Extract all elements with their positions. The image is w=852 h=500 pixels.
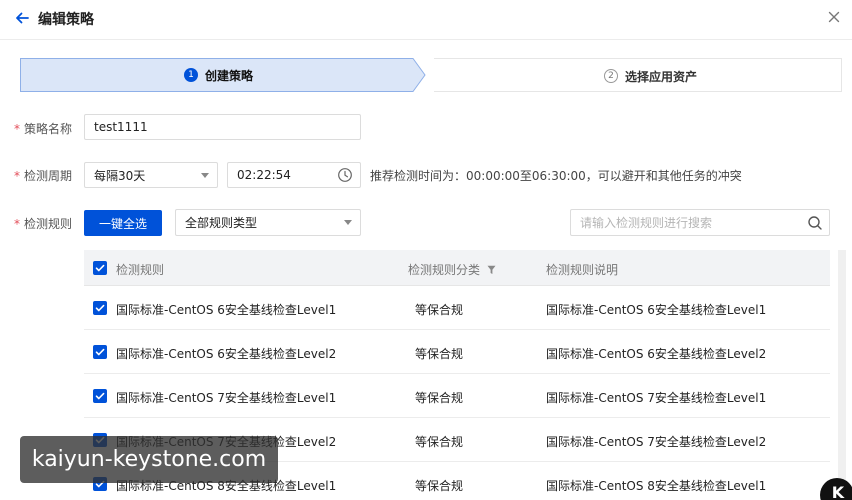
- page-title: 编辑策略: [38, 12, 94, 28]
- policy-name-value: test1111: [94, 120, 148, 134]
- required-asterisk: *: [14, 217, 20, 231]
- close-icon[interactable]: [824, 7, 844, 27]
- rule-search-input[interactable]: [571, 210, 796, 235]
- table-row[interactable]: 国际标准-CentOS 6安全基线检查Level1 等保合规 国际标准-Cent…: [84, 286, 830, 330]
- period-hint: 推荐检测时间为：00:00:00至06:30:00，可以避开和其他任务的冲突: [370, 169, 742, 183]
- category-cell: 等保合规: [415, 303, 464, 317]
- description-cell: 国际标准-CentOS 8安全基线检查Level1: [546, 479, 767, 493]
- description-cell: 国际标准-CentOS 7安全基线检查Level2: [546, 435, 767, 449]
- rule-type-select[interactable]: 全部规则类型: [175, 209, 361, 236]
- period-interval-select[interactable]: 每隔30天: [84, 162, 218, 188]
- step-indicator: 1 创建策略 2 选择应用资产: [20, 58, 842, 92]
- required-asterisk: *: [14, 122, 20, 136]
- category-cell: 等保合规: [415, 435, 464, 449]
- row-checkbox[interactable]: [93, 345, 107, 359]
- column-header-category[interactable]: 检测规则分类: [408, 261, 496, 278]
- select-all-checkbox[interactable]: [93, 261, 107, 275]
- required-asterisk: *: [14, 169, 20, 183]
- description-cell: 国际标准-CentOS 6安全基线检查Level1: [546, 303, 767, 317]
- category-cell: 等保合规: [415, 391, 464, 405]
- row-checkbox[interactable]: [93, 301, 107, 315]
- rule-type-value: 全部规则类型: [185, 216, 258, 230]
- rule-name-cell: 国际标准-CentOS 6安全基线检查Level1: [116, 303, 337, 317]
- description-cell: 国际标准-CentOS 6安全基线检查Level2: [546, 347, 767, 361]
- step-label: 创建策略: [205, 68, 254, 83]
- chevron-down-icon: [344, 220, 352, 225]
- clock-icon: [337, 167, 353, 186]
- row-checkbox[interactable]: [93, 389, 107, 403]
- time-picker[interactable]: 02:22:54: [227, 162, 361, 188]
- step-number-badge: 1: [184, 68, 198, 82]
- arrow-left-icon[interactable]: [12, 8, 32, 28]
- column-header-description: 检测规则说明: [546, 263, 619, 277]
- watermark: kaiyun-keystone.com: [20, 436, 278, 483]
- category-cell: 等保合规: [415, 479, 464, 493]
- corner-logo: K: [820, 478, 852, 500]
- rule-search-box: [570, 209, 830, 236]
- detection-period-label: * 检测周期: [14, 169, 73, 183]
- vertical-scrollbar[interactable]: [838, 250, 846, 500]
- chevron-down-icon: [201, 173, 209, 178]
- step-label: 选择应用资产: [625, 69, 698, 84]
- search-icon[interactable]: [807, 215, 823, 234]
- top-bar: 编辑策略: [0, 0, 852, 40]
- category-cell: 等保合规: [415, 347, 464, 361]
- step-select-assets[interactable]: 2 选择应用资产: [434, 58, 842, 92]
- rule-name-cell: 国际标准-CentOS 6安全基线检查Level2: [116, 347, 337, 361]
- description-cell: 国际标准-CentOS 7安全基线检查Level1: [546, 391, 767, 405]
- policy-name-label: * 策略名称: [14, 122, 73, 136]
- table-row[interactable]: 国际标准-CentOS 7安全基线检查Level1 等保合规 国际标准-Cent…: [84, 374, 830, 418]
- step-number-badge: 2: [604, 69, 618, 83]
- rule-name-cell: 国际标准-CentOS 7安全基线检查Level1: [116, 391, 337, 405]
- detection-rules-label: * 检测规则: [14, 217, 73, 231]
- table-header: 检测规则 检测规则分类 检测规则说明: [84, 250, 830, 286]
- period-interval-value: 每隔30天: [94, 168, 146, 183]
- table-row[interactable]: 国际标准-CentOS 6安全基线检查Level2 等保合规 国际标准-Cent…: [84, 330, 830, 374]
- column-header-rule: 检测规则: [116, 263, 165, 277]
- filter-icon[interactable]: [487, 265, 496, 275]
- step-create-policy[interactable]: 1 创建策略: [20, 58, 430, 92]
- time-value: 02:22:54: [237, 168, 291, 182]
- select-all-button[interactable]: 一键全选: [84, 210, 162, 236]
- policy-name-input[interactable]: test1111: [84, 114, 361, 140]
